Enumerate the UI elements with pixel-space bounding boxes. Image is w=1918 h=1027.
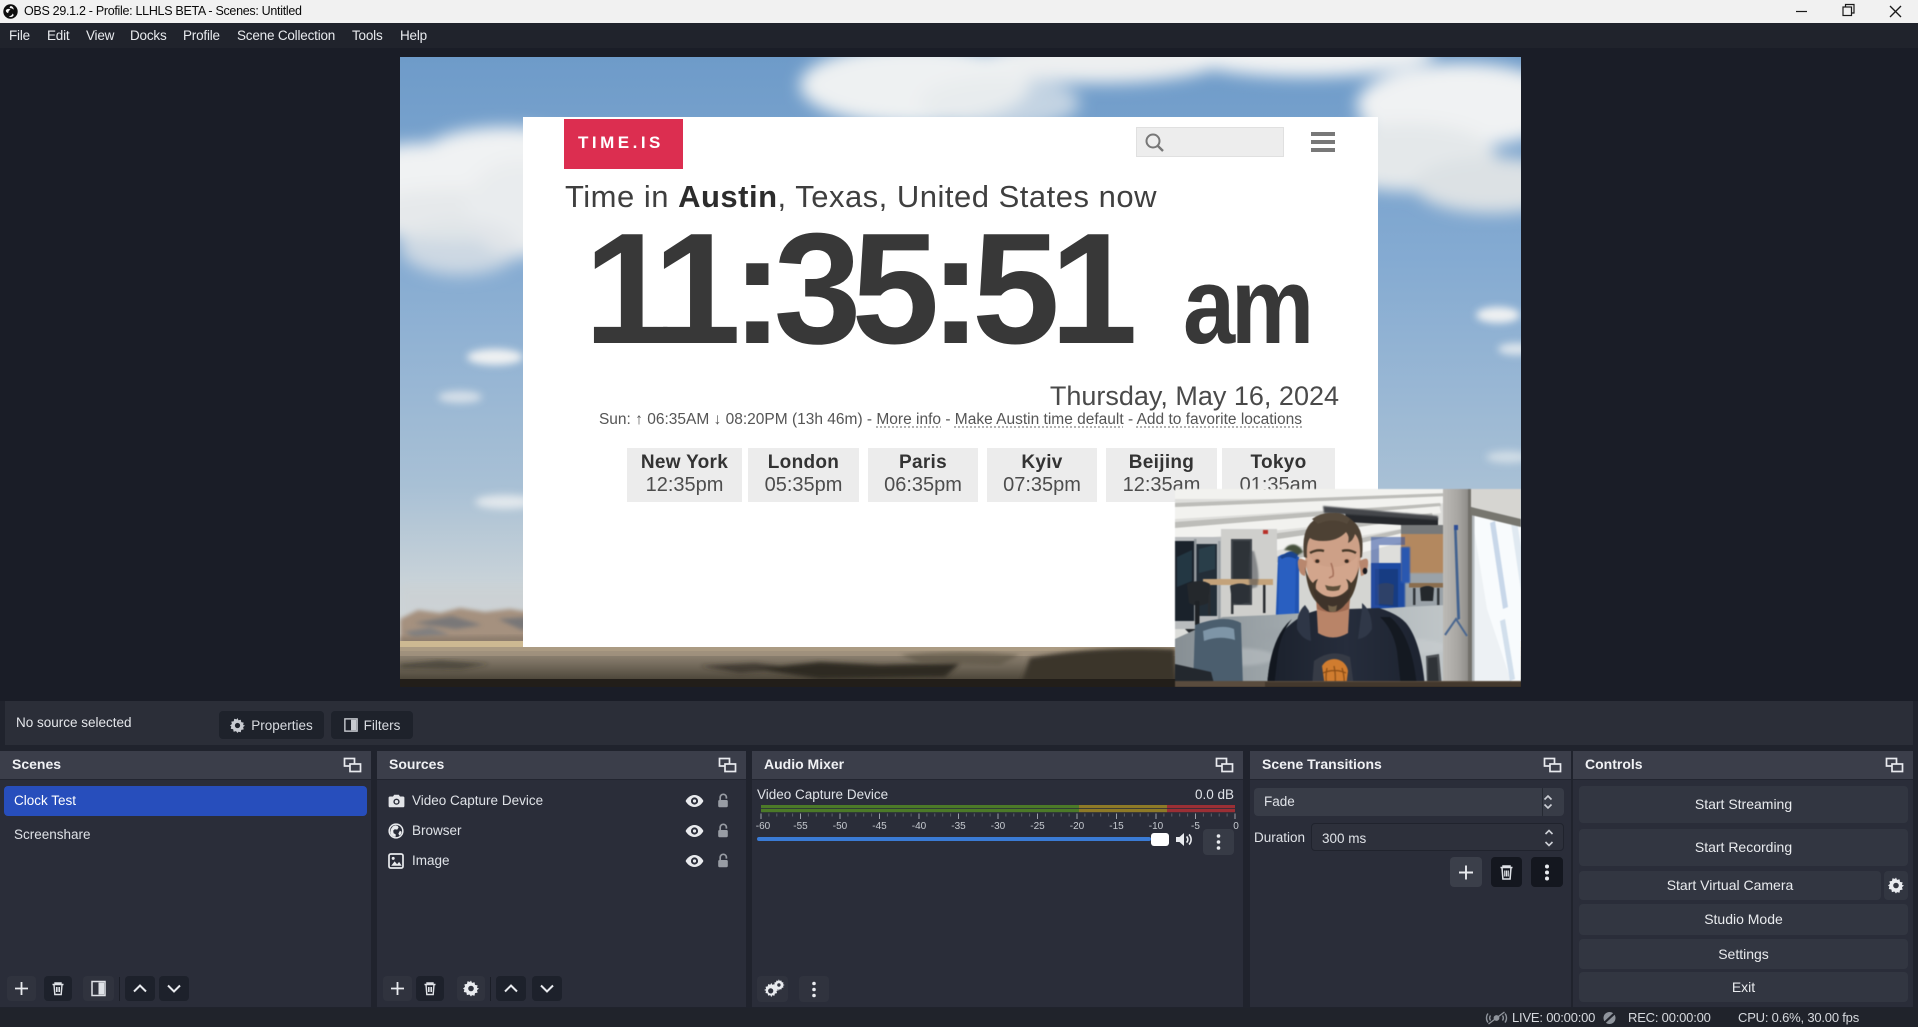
svg-text:-30: -30 xyxy=(991,821,1006,832)
svg-text:-45: -45 xyxy=(872,821,887,832)
svg-text:-50: -50 xyxy=(833,821,848,832)
svg-text:-55: -55 xyxy=(793,821,808,832)
svg-text:-20: -20 xyxy=(1070,821,1085,832)
svg-text:-60: -60 xyxy=(756,821,771,832)
svg-text:0: 0 xyxy=(1233,821,1239,832)
svg-text:-25: -25 xyxy=(1030,821,1045,832)
svg-text:-15: -15 xyxy=(1109,821,1124,832)
svg-text:-40: -40 xyxy=(912,821,927,832)
svg-text:-10: -10 xyxy=(1149,821,1164,832)
svg-text:-35: -35 xyxy=(951,821,966,832)
